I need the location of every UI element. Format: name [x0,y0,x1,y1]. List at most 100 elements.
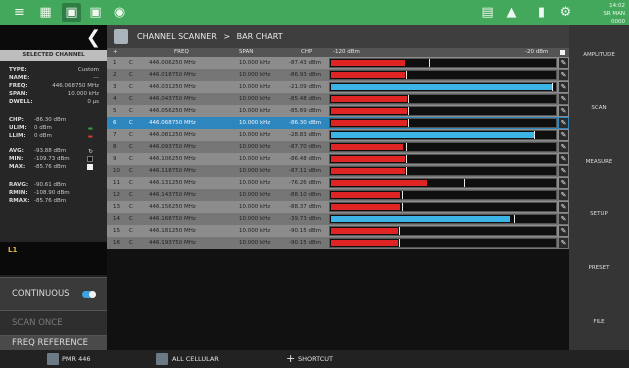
grid-icon[interactable]: ▦ [36,3,55,22]
edit-channel-icon[interactable]: ✎ [559,118,568,128]
table-row[interactable]: 5 C 446.056250 MHz 10.000 kHz -85.69 dBm ✎ [107,105,569,117]
info-rmin: RMIN: -108.90 dBm [9,190,70,196]
max-hold-marker [514,215,515,223]
channel-power: -87.43 dBm [289,60,322,66]
info-span: SPAN: 10.000 kHz [9,91,99,97]
table-row[interactable]: 9 C 446.106250 MHz 10.000 kHz -86.48 dBm ✎ [107,153,569,165]
table-row[interactable]: 1 C 446.006250 MHz 10.000 kHz -87.43 dBm ✎ [107,57,569,69]
channel-power: -85.69 dBm [289,108,322,114]
info-dwell: DWELL: 0 µs [9,99,99,105]
edit-channel-icon[interactable]: ✎ [559,106,568,116]
info-avg: AVG: -93.88 dBm ↻ [9,148,93,155]
channel-number: 4 [113,96,117,102]
preset-button[interactable]: PRESET [569,265,629,271]
channel-freq: 446.193750 MHz [149,240,196,246]
max-hold-marker [406,167,407,175]
freq-reference-button[interactable]: FREQ REFERENCE [0,335,107,350]
continuous-toggle[interactable] [82,291,96,298]
info-type: TYPE: Custom [9,67,99,73]
wifi-icon: ▲ [506,5,517,20]
level-bar [331,96,407,102]
camera-icon[interactable]: ▣ [62,3,81,22]
edit-channel-icon[interactable]: ✎ [559,238,568,248]
edit-channel-icon[interactable]: ✎ [559,178,568,188]
edit-channel-icon[interactable]: ✎ [559,70,568,80]
max-hold-marker [399,239,400,247]
table-row[interactable]: 8 C 446.093750 MHz 10.000 kHz -87.70 dBm ✎ [107,141,569,153]
channel-type: C [129,156,133,162]
channel-freq: 446.081250 MHz [149,132,196,138]
channel-span: 10.000 kHz [239,240,271,246]
edit-channel-icon[interactable]: ✎ [559,202,568,212]
channel-number: 7 [113,132,117,138]
level-bar-track [329,118,557,128]
channel-span: 10.000 kHz [239,120,271,126]
col-chp-header: CHP [301,49,313,55]
min-checkbox[interactable] [87,156,93,162]
table-row[interactable]: 16 C 446.193750 MHz 10.000 kHz -90.15 dBm ✎ [107,237,569,249]
edit-channel-icon[interactable]: ✎ [559,82,568,92]
table-row[interactable]: 3 C 446.031250 MHz 10.000 kHz -21.09 dBm ✎ [107,81,569,93]
table-row[interactable]: 7 C 446.081250 MHz 10.000 kHz -28.83 dBm ✎ [107,129,569,141]
breadcrumb-root[interactable]: CHANNEL SCANNER [137,32,217,41]
max-hold-marker [406,71,407,79]
table-row[interactable]: 12 C 446.143750 MHz 10.000 kHz -88.10 dBm ✎ [107,189,569,201]
save-icon[interactable]: ▣ [86,3,105,22]
setup-button[interactable]: SETUP [569,211,629,217]
all-cellular-shortcut[interactable]: ALL CELLULAR [172,350,219,368]
edit-channel-icon[interactable]: ✎ [559,226,568,236]
add-shortcut-button[interactable]: SHORTCUT [298,350,333,368]
edit-channel-icon[interactable]: ✎ [559,166,568,176]
channel-freq: 446.068750 MHz [149,120,196,126]
edit-channel-icon[interactable]: ✎ [559,142,568,152]
gps-icon[interactable]: ◉ [110,3,129,22]
level-bar-track [329,94,557,104]
channel-span: 10.000 kHz [239,60,271,66]
max-hold-marker [408,119,409,127]
limit-marker-label: L1 [8,246,18,254]
max-hold-marker [552,83,553,91]
amplitude-button[interactable]: AMPLITUDE [569,52,629,58]
scan-once-button[interactable]: SCAN ONCE [0,310,107,335]
table-row[interactable]: 15 C 446.181250 MHz 10.000 kHz -90.15 dBm ✎ [107,225,569,237]
edit-channel-icon[interactable]: ✎ [559,154,568,164]
pmr446-preset-icon[interactable] [47,353,59,365]
add-shortcut-icon[interactable]: + [286,350,295,368]
settings-icon[interactable]: ⚙ [556,3,575,22]
edit-channel-icon[interactable]: ✎ [559,94,568,104]
scale-menu-icon[interactable] [560,50,565,55]
measure-button[interactable]: MEASURE [569,159,629,165]
screen-icon[interactable]: ▤ [478,3,497,22]
table-row[interactable]: 4 C 446.043750 MHz 10.000 kHz -85.48 dBm ✎ [107,93,569,105]
level-bar [331,228,398,234]
scan-button[interactable]: SCAN [569,105,629,111]
pmr446-shortcut[interactable]: PMR 446 [62,350,91,368]
channel-span: 10.000 kHz [239,72,271,78]
max-checkbox[interactable] [87,164,93,170]
selected-channel-header: SELECTED CHANNEL [0,50,107,61]
back-chevron-icon[interactable]: ❮ [86,25,101,50]
edit-channel-icon[interactable]: ✎ [559,130,568,140]
edit-channel-icon[interactable]: ✎ [559,190,568,200]
max-hold-marker [408,107,409,115]
edit-channel-icon[interactable]: ✎ [559,58,568,68]
status-time: 14:02 [609,3,625,9]
menu-icon[interactable]: ≡ [10,3,29,22]
table-row[interactable]: 2 C 446.018750 MHz 10.000 kHz -86.93 dBm ✎ [107,69,569,81]
channel-span: 10.000 kHz [239,216,271,222]
all-cellular-preset-icon[interactable] [156,353,168,365]
table-row[interactable]: 14 C 446.168750 MHz 10.000 kHz -39.73 dBm ✎ [107,213,569,225]
file-button[interactable]: FILE [569,319,629,325]
table-row[interactable]: 6 C 446.068750 MHz 10.000 kHz -86.30 dBm ✎ [107,117,569,129]
continuous-button[interactable]: CONTINUOUS [0,277,107,310]
table-row[interactable]: 11 C 446.131250 MHz 10.000 kHz -76.26 dBm ✎ [107,177,569,189]
table-row[interactable]: 13 C 446.156250 MHz 10.000 kHz -88.37 dBm ✎ [107,201,569,213]
back-area: ❮ [0,25,107,50]
table-row[interactable]: 10 C 446.118750 MHz 10.000 kHz -87.11 dBm ✎ [107,165,569,177]
add-channel-button[interactable]: + [113,48,118,57]
channel-number: 15 [113,228,120,234]
edit-channel-icon[interactable]: ✎ [559,214,568,224]
channel-number: 11 [113,180,120,186]
level-bar-track [329,82,557,92]
channel-power: -76.26 dBm [289,180,322,186]
